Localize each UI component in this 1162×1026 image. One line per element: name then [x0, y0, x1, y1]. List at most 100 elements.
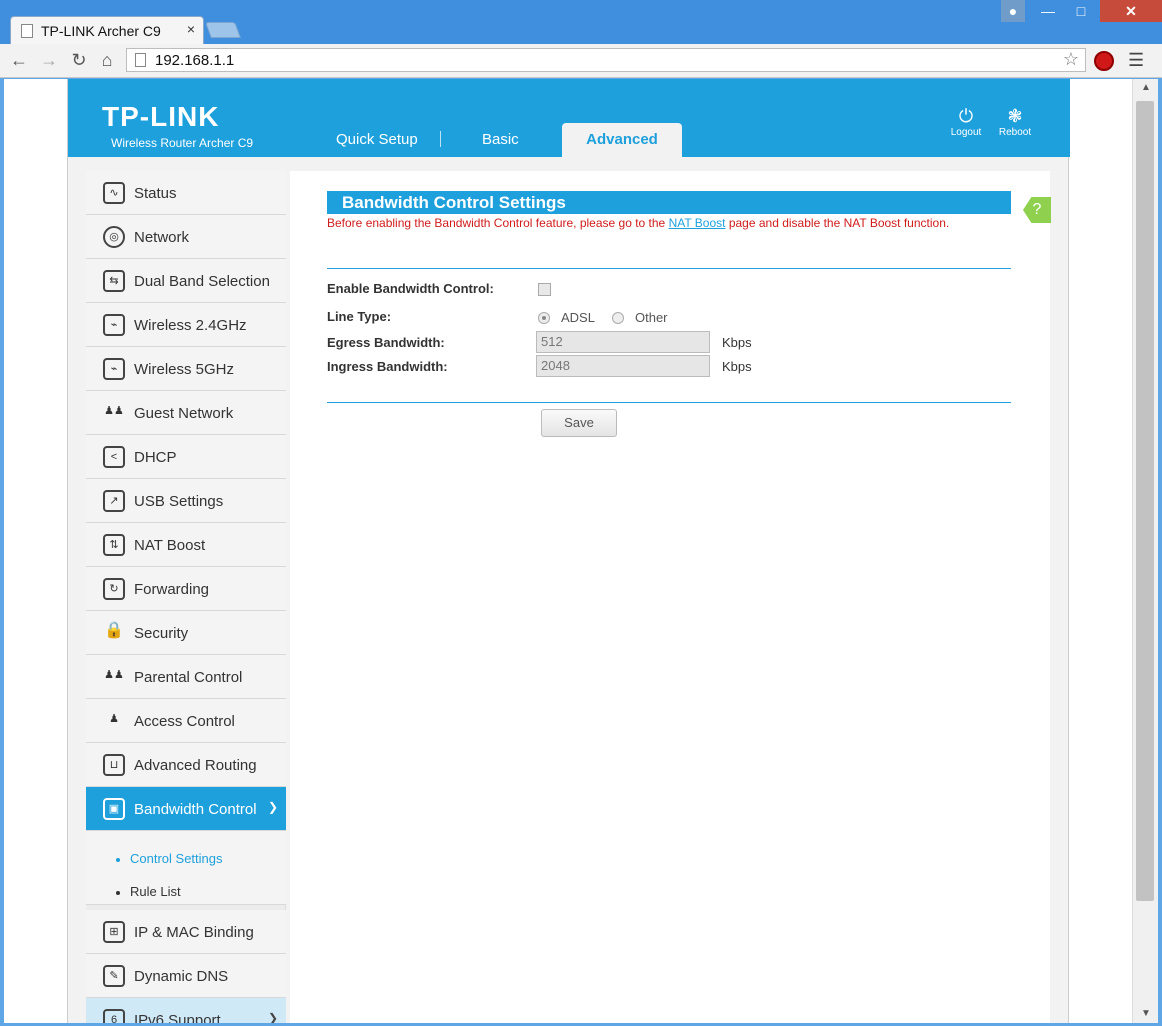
globe-icon: ◎	[103, 226, 125, 248]
sidebar-item-nat-boost[interactable]: ⇅ NAT Boost	[86, 523, 286, 567]
line-type-adsl-radio[interactable]	[538, 312, 550, 324]
sidebar-item-label: Guest Network	[134, 405, 234, 422]
chevron-down-icon: ❯	[267, 1011, 278, 1023]
tab-advanced[interactable]: Advanced	[562, 123, 682, 157]
access-icon: ♟	[109, 713, 119, 725]
save-button[interactable]: Save	[541, 409, 617, 437]
page-viewport: TP-LINK Wireless Router Archer C9 Quick …	[4, 79, 1132, 1023]
divider	[327, 402, 1011, 403]
minimize-icon[interactable]: —	[1034, 0, 1062, 22]
sidebar-item-access-control[interactable]: ♟ Access Control	[86, 699, 286, 743]
sidebar-item-label: Security	[134, 625, 189, 642]
vertical-scrollbar[interactable]: ▲ ▼	[1132, 79, 1158, 1023]
forwarding-icon: ↻	[103, 578, 125, 600]
sidebar-item-dual-band[interactable]: ⇆ Dual Band Selection	[86, 259, 286, 303]
tp-link-logo: TP-LINK	[102, 101, 220, 132]
tab-quick-setup[interactable]: Quick Setup	[336, 131, 418, 148]
page-icon	[135, 53, 146, 67]
line-type-other-radio[interactable]	[612, 312, 624, 324]
sidebar-item-label: Access Control	[134, 713, 235, 730]
enable-bandwidth-checkbox[interactable]	[538, 283, 551, 296]
ingress-bandwidth-input[interactable]: 2048	[536, 355, 710, 377]
bookmark-star-icon[interactable]: ☆	[1063, 49, 1079, 70]
scroll-thumb[interactable]	[1136, 101, 1154, 901]
browser-tab[interactable]: TP-LINK Archer C9 ×	[10, 16, 204, 44]
submenu-item-control-settings[interactable]: Control Settings	[116, 851, 223, 866]
extension-icon[interactable]	[1094, 51, 1114, 71]
logout-button[interactable]: ⏻ Logout	[946, 105, 986, 138]
ddns-icon: ✎	[103, 965, 125, 987]
url-text: 192.168.1.1	[155, 52, 235, 69]
tab-title: TP-LINK Archer C9	[41, 23, 161, 39]
maximize-icon[interactable]: □	[1066, 0, 1096, 22]
sidebar-item-forwarding[interactable]: ↻ Forwarding	[86, 567, 286, 611]
scroll-down-icon[interactable]: ▼	[1133, 1005, 1159, 1023]
user-icon[interactable]: ●	[1001, 0, 1025, 22]
sidebar-item-dhcp[interactable]: < DHCP	[86, 435, 286, 479]
new-tab-button[interactable]	[205, 22, 241, 38]
ingress-unit: Kbps	[722, 359, 752, 374]
submenu-label: Rule List	[130, 884, 181, 899]
sidebar-item-parental-control[interactable]: ♟♟ Parental Control	[86, 655, 286, 699]
sidebar-item-label: Parental Control	[134, 669, 243, 686]
router-page: TP-LINK Wireless Router Archer C9 Quick …	[67, 79, 1070, 1023]
help-icon[interactable]: ?	[1023, 197, 1051, 223]
egress-bandwidth-input[interactable]: 512	[536, 331, 710, 353]
title-bar: TP-LINK Archer C9 × ● — □ ✕	[0, 0, 1162, 44]
sidebar: ∿ Status ◎ Network ⇆ Dual Band Selection…	[86, 171, 286, 1023]
sidebar-item-wireless-24[interactable]: ⌁ Wireless 2.4GHz	[86, 303, 286, 347]
sidebar-item-label: Wireless 5GHz	[134, 361, 235, 378]
reload-icon[interactable]: ↻	[68, 49, 90, 71]
sidebar-item-bandwidth-control[interactable]: ▣ Bandwidth Control ❯	[86, 787, 286, 831]
sidebar-item-usb-settings[interactable]: ↗ USB Settings	[86, 479, 286, 523]
bandwidth-submenu: Control Settings Rule List	[86, 831, 286, 905]
sidebar-item-label: Bandwidth Control	[134, 801, 257, 818]
sidebar-item-dynamic-dns[interactable]: ✎ Dynamic DNS	[86, 954, 286, 998]
logout-label: Logout	[950, 127, 982, 138]
sidebar-item-security[interactable]: 🔒 Security	[86, 611, 286, 655]
line-type-label: Line Type:	[327, 309, 392, 324]
tab-basic[interactable]: Basic	[482, 131, 519, 148]
wireless-icon: ⌁	[103, 358, 125, 380]
sidebar-item-network[interactable]: ◎ Network	[86, 215, 286, 259]
main-content: Bandwidth Control Settings ? Before enab…	[290, 171, 1051, 1023]
parental-icon: ♟♟	[104, 669, 124, 681]
sidebar-item-wireless-5[interactable]: ⌁ Wireless 5GHz	[86, 347, 286, 391]
close-window-icon[interactable]: ✕	[1100, 0, 1162, 22]
binding-icon: ⊞	[103, 921, 125, 943]
tab-close-icon[interactable]: ×	[187, 21, 195, 37]
sidebar-item-ipv6-support[interactable]: 6 IPv6 Support ❯	[86, 998, 286, 1023]
bullet-icon	[116, 857, 120, 862]
submenu-item-rule-list[interactable]: Rule List	[116, 884, 181, 899]
sidebar-item-label: Dual Band Selection	[134, 273, 270, 290]
nat-boost-link[interactable]: NAT Boost	[669, 216, 726, 230]
scroll-up-icon[interactable]: ▲	[1133, 79, 1159, 97]
notice-after: page and disable the NAT Boost function.	[725, 216, 950, 230]
menu-icon[interactable]: ☰	[1128, 50, 1144, 71]
egress-bandwidth-label: Egress Bandwidth:	[327, 335, 445, 350]
address-bar[interactable]: 192.168.1.1 ☆	[126, 48, 1086, 72]
bullet-icon	[116, 890, 120, 895]
sidebar-item-label: DHCP	[134, 449, 177, 466]
home-icon[interactable]: ⌂	[96, 49, 118, 71]
notice-before: Before enabling the Bandwidth Control fe…	[327, 216, 669, 230]
page-favicon-icon	[21, 24, 33, 38]
sidebar-item-ip-mac-binding[interactable]: ⊞ IP & MAC Binding	[86, 910, 286, 954]
reboot-button[interactable]: ❃ Reboot	[995, 105, 1035, 138]
bandwidth-icon: ▣	[103, 798, 125, 820]
guest-icon: ♟♟	[104, 405, 124, 417]
sidebar-item-label: IP & MAC Binding	[134, 924, 254, 941]
sidebar-item-status[interactable]: ∿ Status	[86, 171, 286, 215]
egress-unit: Kbps	[722, 335, 752, 350]
sidebar-item-label: Wireless 2.4GHz	[134, 317, 247, 334]
back-icon[interactable]: ←	[8, 49, 30, 71]
sidebar-item-guest-network[interactable]: ♟♟ Guest Network	[86, 391, 286, 435]
usb-icon: ↗	[103, 490, 125, 512]
monitor-icon: <	[103, 446, 125, 468]
sidebar-item-label: Dynamic DNS	[134, 968, 229, 985]
submenu-label: Control Settings	[130, 851, 223, 866]
reboot-icon: ❃	[1007, 106, 1023, 126]
sidebar-item-advanced-routing[interactable]: ⊔ Advanced Routing	[86, 743, 286, 787]
reboot-label: Reboot	[998, 127, 1032, 138]
forward-icon[interactable]: →	[38, 49, 60, 71]
